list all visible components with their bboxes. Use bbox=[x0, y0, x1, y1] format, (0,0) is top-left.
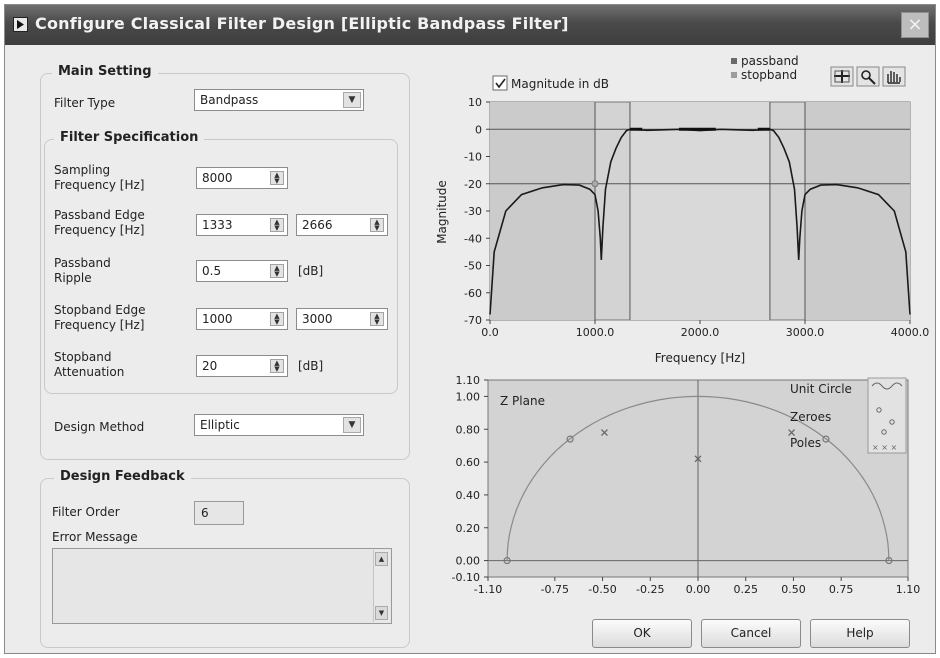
x-tick-label: 4000.0 bbox=[891, 326, 930, 339]
stopband-spec-marker bbox=[591, 180, 599, 188]
x-tick-label: 2000.0 bbox=[681, 326, 720, 339]
x-tick-label: 0.25 bbox=[733, 583, 758, 596]
z-plane-label: Z Plane bbox=[500, 394, 545, 408]
legend-passband-label: passband bbox=[741, 54, 799, 68]
x-tick-label: 0.0 bbox=[481, 326, 499, 339]
legend-zeroes-label: Zeroes bbox=[790, 410, 831, 424]
magnitude-x-ticks: 0.0 1000.0 2000.0 3000.0 4000.0 bbox=[481, 320, 929, 339]
y-tick-label: -10 bbox=[464, 151, 482, 164]
x-tick-label: 0.50 bbox=[781, 583, 806, 596]
y-tick-label: 1.10 bbox=[456, 374, 481, 387]
y-tick-label: 0.20 bbox=[456, 522, 481, 535]
magnitude-y-ticks: 10 0 -10 -20 -30 -40 -50 -60 -70 bbox=[464, 96, 490, 327]
x-tick-label: 3000.0 bbox=[786, 326, 825, 339]
y-tick-label: -30 bbox=[464, 205, 482, 218]
y-tick-label: -40 bbox=[464, 232, 482, 245]
cancel-button[interactable]: Cancel bbox=[701, 619, 801, 648]
x-tick-label: 0.00 bbox=[686, 583, 711, 596]
ok-button[interactable]: OK bbox=[592, 619, 692, 648]
svg-text:× × ×: × × × bbox=[872, 443, 897, 452]
legend-poles-label: Poles bbox=[790, 436, 821, 450]
legend-passband-swatch bbox=[731, 58, 737, 64]
legend-stopband-swatch bbox=[731, 72, 737, 78]
magnitude-reference-lines bbox=[490, 102, 910, 320]
x-tick-label: 1000.0 bbox=[576, 326, 615, 339]
magnitude-in-db-label: Magnitude in dB bbox=[511, 77, 609, 91]
help-button[interactable]: Help bbox=[810, 619, 910, 648]
magnitude-x-axis-label: Frequency [Hz] bbox=[655, 351, 746, 365]
x-tick-label: -1.10 bbox=[474, 583, 502, 596]
pan-hand-icon[interactable] bbox=[882, 66, 906, 87]
y-tick-label: 10 bbox=[468, 96, 482, 109]
cursor-grid-icon[interactable] bbox=[830, 66, 854, 87]
passband-region bbox=[629, 102, 770, 320]
x-tick-label: -0.75 bbox=[541, 583, 569, 596]
x-tick-label: 1.10 bbox=[896, 583, 921, 596]
y-tick-label: 0.40 bbox=[456, 489, 481, 502]
y-tick-label: -70 bbox=[464, 314, 482, 327]
y-tick-label: -50 bbox=[464, 260, 482, 273]
zoom-icon[interactable] bbox=[856, 66, 880, 87]
y-tick-label: 1.00 bbox=[456, 390, 481, 403]
legend-unit-circle-label: Unit Circle bbox=[790, 382, 852, 396]
z-plane-x-ticks: -1.10 -0.75 -0.50 -0.25 0.00 0.25 0.50 0.75 1.10 bbox=[474, 577, 920, 596]
y-tick-label: -20 bbox=[464, 178, 482, 191]
magnitude-y-axis-label: Magnitude bbox=[435, 180, 449, 244]
x-tick-label: -0.25 bbox=[636, 583, 664, 596]
z-plane-y-ticks: 1.101.000.800.600.400.200.00-0.10 bbox=[452, 374, 488, 584]
legend-stopband-label: stopband bbox=[741, 68, 797, 82]
plots-layer: 10 0 -10 -20 -30 -40 -50 -60 -70 0.0 1000.0 2000.0… bbox=[435, 54, 929, 596]
y-tick-label: -60 bbox=[464, 287, 482, 300]
y-tick-label: 0 bbox=[475, 123, 482, 136]
magnitude-in-db-checkbox[interactable] bbox=[492, 75, 508, 91]
x-tick-label: -0.50 bbox=[588, 583, 616, 596]
z-plane-legend-swatch: × × × bbox=[867, 377, 907, 454]
y-tick-label: 0.80 bbox=[456, 423, 481, 436]
x-tick-label: 0.75 bbox=[829, 583, 854, 596]
y-tick-label: 0.00 bbox=[456, 555, 481, 568]
y-tick-label: 0.60 bbox=[456, 456, 481, 469]
